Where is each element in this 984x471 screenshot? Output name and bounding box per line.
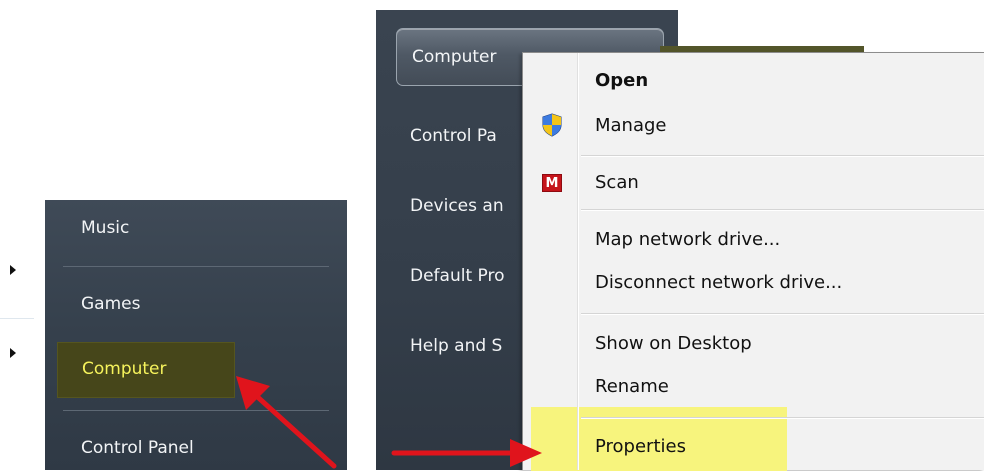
start-item-music[interactable]: Music xyxy=(81,218,129,238)
submenu-arrow-icon xyxy=(10,348,16,358)
uac-shield-icon xyxy=(542,113,562,137)
context-item-map-network-drive[interactable]: Map network drive... xyxy=(595,229,780,250)
context-item-show-on-desktop[interactable]: Show on Desktop xyxy=(595,333,752,354)
red-arrow-icon xyxy=(391,439,542,467)
context-item-properties[interactable]: Properties xyxy=(595,436,686,457)
context-item-rename[interactable]: Rename xyxy=(595,376,669,397)
menu-gutter-highlight xyxy=(578,53,579,470)
submenu-arrow-icon xyxy=(10,265,16,275)
context-item-manage[interactable]: Manage xyxy=(595,115,667,136)
start-item-default-programs[interactable]: Default Pro xyxy=(410,266,505,286)
menu-separator xyxy=(581,209,984,211)
context-item-open[interactable]: Open xyxy=(595,70,648,91)
start-item-control-panel[interactable]: Control Pa xyxy=(410,126,497,146)
menu-separator xyxy=(63,266,329,267)
start-item-help[interactable]: Help and S xyxy=(410,336,502,356)
start-item-computer-label: Computer xyxy=(82,359,167,379)
menu-separator xyxy=(581,313,984,315)
start-item-games[interactable]: Games xyxy=(81,294,140,314)
context-item-scan[interactable]: Scan xyxy=(595,172,639,193)
mcafee-icon: M xyxy=(542,174,562,192)
start-item-devices[interactable]: Devices an xyxy=(410,196,504,216)
start-item-computer[interactable]: Computer xyxy=(57,342,235,398)
left-divider xyxy=(0,318,34,319)
menu-separator xyxy=(581,155,984,157)
red-arrow-icon xyxy=(236,376,337,469)
context-item-disconnect-network-drive[interactable]: Disconnect network drive... xyxy=(595,272,842,293)
menu-separator xyxy=(581,417,984,419)
start-item-computer-label: Computer xyxy=(412,47,497,67)
start-item-control-panel[interactable]: Control Panel xyxy=(81,438,194,458)
context-menu: Open Manage M Scan Map network drive... … xyxy=(522,52,984,471)
